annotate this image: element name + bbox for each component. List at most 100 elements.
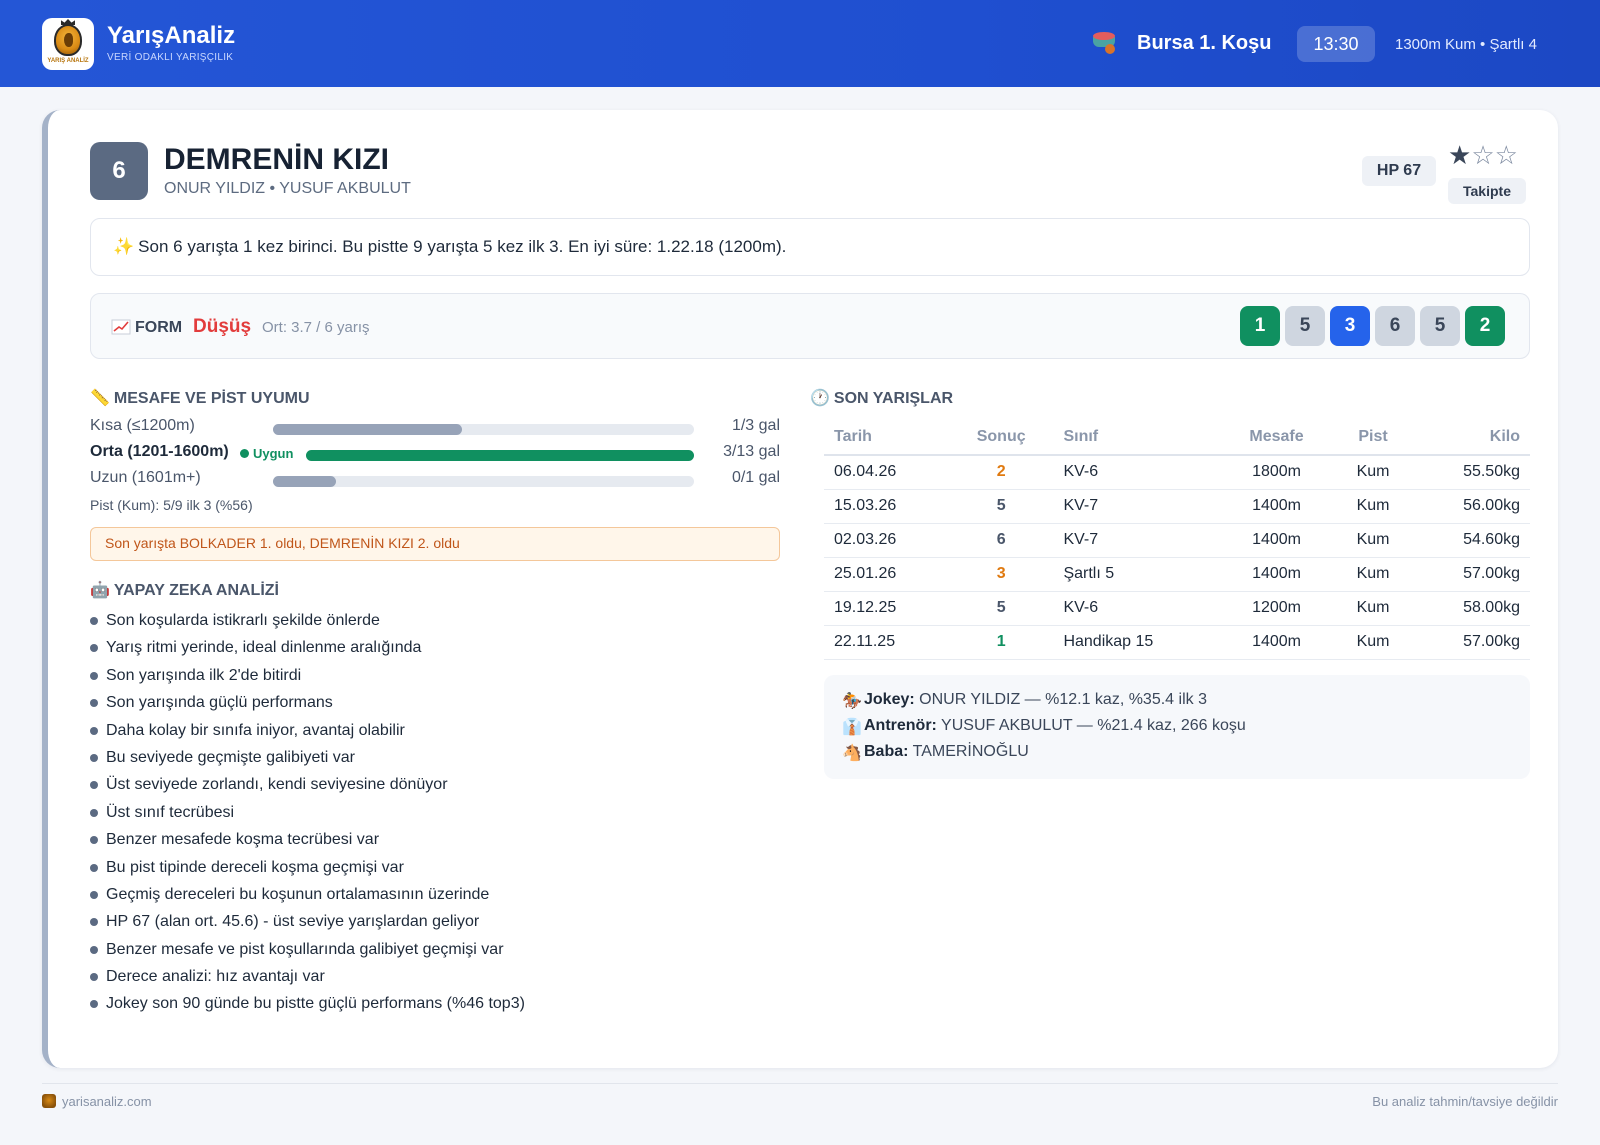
table-row[interactable]: 15.03.26 5 KV-7 1400m Kum 56.00kg xyxy=(824,489,1530,524)
star-empty-icon[interactable]: ☆ xyxy=(1495,140,1518,170)
sparkles-icon: ✨ xyxy=(113,237,135,256)
jockey-icon: 🏇 xyxy=(842,693,862,710)
footer-divider xyxy=(42,1083,1558,1084)
column-header[interactable]: Mesafe xyxy=(1220,420,1333,456)
footer-site[interactable]: yarisanaliz.com xyxy=(42,1094,152,1109)
hp-badge: HP 67 xyxy=(1362,156,1436,186)
race-weight: 55.50kg xyxy=(1413,455,1530,490)
race-class: KV-6 xyxy=(1053,455,1221,490)
distance-bar xyxy=(273,476,694,487)
table-row[interactable]: 06.04.26 2 KV-6 1800m Kum 55.50kg xyxy=(824,455,1530,490)
clock-icon: 🕐 xyxy=(810,390,830,407)
last-race-note: Son yarışta BOLKADER 1. oldu, DEMRENİN K… xyxy=(90,527,780,561)
race-meta: 1300m Kum • Şartlı 4 xyxy=(1395,36,1537,53)
form-results: 1 5 3 6 5 2 xyxy=(1240,306,1505,346)
race-class: Handikap 15 xyxy=(1053,625,1221,660)
ai-section-title: 🤖 YAPAY ZEKA ANALİZİ xyxy=(90,582,279,599)
race-result: 1 xyxy=(948,625,1054,660)
jockey-info: 🏇 Jokey: ONUR YILDIZ — %12.1 kaz, %35.4 i… xyxy=(842,691,1207,710)
distance-value: 0/1 gal xyxy=(731,469,780,486)
table-row[interactable]: 02.03.26 6 KV-7 1400m Kum 54.60kg xyxy=(824,523,1530,558)
column-header[interactable]: Kilo xyxy=(1413,420,1530,456)
horse-emblem-icon xyxy=(54,24,82,56)
race-track: Kum xyxy=(1332,557,1414,592)
star-filled-icon[interactable]: ★ xyxy=(1448,140,1471,170)
form-result-chip: 2 xyxy=(1465,306,1505,346)
column-header[interactable]: Tarih xyxy=(824,420,949,456)
list-item: Geçmiş dereceleri bu koşunun ortalamasın… xyxy=(90,882,525,909)
race-time-badge: 13:30 xyxy=(1297,26,1375,62)
horse-head-icon: 🐴 xyxy=(842,745,862,762)
race-distance: 1400m xyxy=(1220,625,1333,660)
form-result-chip: 5 xyxy=(1420,306,1460,346)
recent-races-table: Tarih Sonuç Sınıf Mesafe Pist Kilo 06.04… xyxy=(824,420,1530,660)
race-weight: 54.60kg xyxy=(1413,523,1530,558)
distance-label: Orta (1201-1600m) xyxy=(90,443,229,460)
race-distance: 1400m xyxy=(1220,489,1333,524)
summary-box: ✨ Son 6 yarışta 1 kez birinci. Bu pistte … xyxy=(90,218,1530,276)
horse-jockey-trainer: ONUR YILDIZ • YUSUF AKBULUT xyxy=(164,180,411,197)
race-class: KV-6 xyxy=(1053,591,1221,626)
sire-info: 🐴 Baba: TAMERİNOĞLU xyxy=(842,743,1029,762)
brand-logo[interactable]: YARIŞ ANALİZ xyxy=(42,18,94,70)
race-date: 19.12.25 xyxy=(824,591,949,626)
horse-card: 6 DEMRENİN KIZI ONUR YILDIZ • YUSUF AKBU… xyxy=(42,110,1558,1068)
form-label: FORM xyxy=(135,319,183,336)
race-result: 5 xyxy=(948,489,1054,524)
column-header[interactable]: Sınıf xyxy=(1053,420,1221,456)
robot-icon: 🤖 xyxy=(90,582,110,599)
race-track-icon xyxy=(1093,30,1117,56)
table-row[interactable]: 19.12.25 5 KV-6 1200m Kum 58.00kg xyxy=(824,591,1530,626)
distance-bar-fill xyxy=(306,450,694,461)
race-track: Kum xyxy=(1332,625,1414,660)
list-item: Benzer mesafe ve pist koşullarında galib… xyxy=(90,937,525,964)
race-date: 22.11.25 xyxy=(824,625,949,660)
race-date: 06.04.26 xyxy=(824,455,949,490)
ai-analysis-list: Son koşularda istikrarlı şekilde önlerde… xyxy=(90,608,525,1019)
race-track: Kum xyxy=(1332,591,1414,626)
form-result-chip: 1 xyxy=(1240,306,1280,346)
jockey-value: ONUR YILDIZ — %12.1 kaz, %35.4 ilk 3 xyxy=(919,691,1207,708)
rating-stars[interactable]: ★☆☆ xyxy=(1448,140,1518,171)
list-item: Yarış ritmi yerinde, ideal dinlenme aral… xyxy=(90,635,525,662)
star-empty-icon[interactable]: ☆ xyxy=(1471,140,1494,170)
follow-button[interactable]: Takipte xyxy=(1448,178,1526,204)
column-header[interactable]: Pist xyxy=(1332,420,1414,456)
suitable-badge: Uygun xyxy=(240,446,293,461)
table-row[interactable]: 25.01.26 3 Şartlı 5 1400m Kum 57.00kg xyxy=(824,557,1530,592)
brand-name[interactable]: YarışAnaliz xyxy=(107,22,235,50)
race-date: 02.03.26 xyxy=(824,523,949,558)
distance-label: Kısa (≤1200m) xyxy=(90,417,195,434)
distance-row-short: Kısa (≤1200m) 1/3 gal xyxy=(90,417,780,441)
ruler-icon: 📏 xyxy=(90,390,110,407)
list-item: Son yarışında güçlü performans xyxy=(90,690,525,717)
form-result-chip: 6 xyxy=(1375,306,1415,346)
race-result: 2 xyxy=(948,455,1054,490)
distance-value: 1/3 gal xyxy=(731,417,780,434)
table-row[interactable]: 22.11.25 1 Handikap 15 1400m Kum 57.00kg xyxy=(824,625,1530,660)
brand-tagline: VERİ ODAKLI YARIŞÇILIK xyxy=(107,52,234,63)
horse-name: DEMRENİN KIZI xyxy=(164,143,389,176)
race-track: Kum xyxy=(1332,523,1414,558)
races-section-title: 🕐 SON YARIŞLAR xyxy=(810,390,954,407)
distance-row-long: Uzun (1601m+) 0/1 gal xyxy=(90,469,780,493)
list-item: Derece analizi: hız avantajı var xyxy=(90,964,525,991)
top-header: YARIŞ ANALİZ YarışAnaliz VERİ ODAKLI YAR… xyxy=(0,0,1600,87)
logo-text: YARIŞ ANALİZ xyxy=(47,58,89,64)
race-distance: 1800m xyxy=(1220,455,1333,490)
trainer-label: Antrenör: xyxy=(864,717,937,734)
list-item: Bu pist tipinde dereceli koşma geçmişi v… xyxy=(90,855,525,882)
race-result: 6 xyxy=(948,523,1054,558)
distance-value: 3/13 gal xyxy=(723,443,780,460)
race-distance: 1400m xyxy=(1220,523,1333,558)
distance-section-title: 📏 MESAFE VE PİST UYUMU xyxy=(90,390,310,407)
column-header[interactable]: Sonuç xyxy=(948,420,1054,456)
list-item: Jokey son 90 günde bu pistte güçlü perfo… xyxy=(90,991,525,1018)
list-item: Benzer mesafede koşma tecrübesi var xyxy=(90,827,525,854)
race-title: Bursa 1. Koşu xyxy=(1137,32,1272,54)
race-weight: 56.00kg xyxy=(1413,489,1530,524)
race-class: KV-7 xyxy=(1053,523,1221,558)
race-weight: 57.00kg xyxy=(1413,625,1530,660)
distance-bar xyxy=(306,450,694,461)
trainer-info: 👔 Antrenör: YUSUF AKBULUT — %21.4 kaz, 26… xyxy=(842,717,1246,736)
